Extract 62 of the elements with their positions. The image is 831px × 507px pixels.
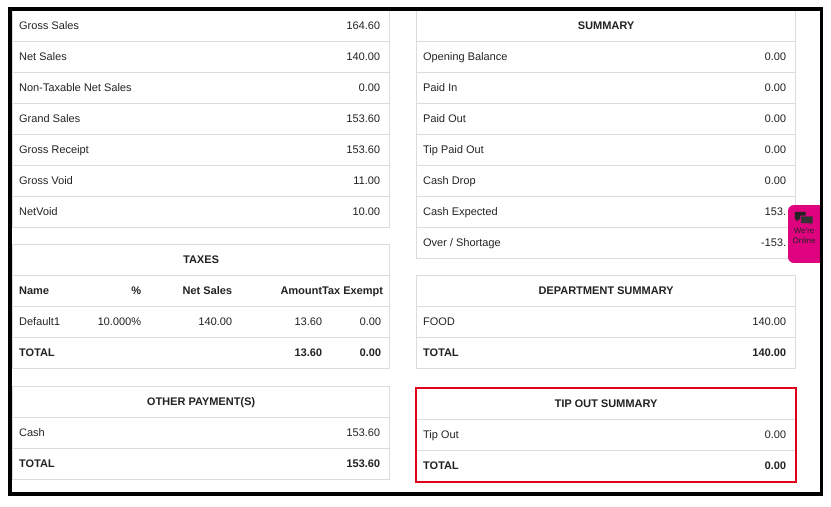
table-cell-text: 140.00	[197, 316, 232, 328]
row-value: 0.00	[358, 82, 380, 94]
row-value: 153.60	[346, 113, 380, 125]
total-cell-text: 13.60	[293, 347, 322, 359]
row-value: 153.	[764, 206, 786, 218]
row-label: Gross Void	[19, 175, 73, 187]
table-cell-text: 13.60	[293, 316, 322, 328]
row-label: Cash Expected	[423, 206, 498, 218]
row-label: Tip Out	[423, 429, 459, 441]
total-cell-text: TOTAL	[19, 347, 56, 359]
row-label: Grand Sales	[19, 113, 80, 125]
row-label: Paid In	[423, 82, 458, 94]
row-value: 0.00	[764, 175, 786, 187]
row-value: 153.60	[346, 458, 380, 470]
row-label: Over / Shortage	[423, 237, 501, 249]
row-value: -153.	[760, 237, 786, 249]
row-value: 153.60	[346, 427, 380, 439]
column-header: Net Sales	[181, 285, 232, 297]
row-label: FOOD	[423, 316, 455, 328]
row-value: 140.00	[752, 316, 786, 328]
table-cell-text: 10.000%	[96, 316, 141, 328]
row-value: 0.00	[764, 429, 786, 441]
row-label: Tip Paid Out	[423, 144, 484, 156]
row-label: Non-Taxable Net Sales	[19, 82, 132, 94]
card-title: OTHER PAYMENT(S)	[146, 395, 256, 410]
column-header: Tax Exempt	[322, 285, 383, 297]
row-value: 164.60	[346, 20, 380, 32]
column-header: %	[130, 285, 141, 297]
chat-bubbles-icon	[794, 211, 814, 226]
chat-label: Online	[792, 236, 816, 246]
row-label: Gross Receipt	[19, 144, 89, 156]
row-label: TOTAL	[423, 347, 459, 359]
row-value: 11.00	[353, 175, 380, 187]
row-value: 0.00	[764, 460, 786, 472]
row-value: 0.00	[764, 82, 786, 94]
chat-label: We're	[794, 226, 814, 236]
row-value: 0.00	[764, 51, 786, 63]
row-label: TOTAL	[19, 458, 55, 470]
row-value: 0.00	[764, 144, 786, 156]
row-label: Net Sales	[19, 51, 67, 63]
column-header: Amount	[279, 285, 322, 297]
card-title: DEPARTMENT SUMMARY	[537, 284, 675, 299]
card-title: TIP OUT SUMMARY	[554, 397, 658, 412]
card-title: SUMMARY	[576, 19, 636, 34]
total-cell-text: 0.00	[358, 347, 381, 359]
row-label: Cash	[19, 427, 45, 439]
column-header: Name	[19, 285, 50, 297]
row-label: Gross Sales	[19, 20, 79, 32]
card-title: TAXES	[182, 253, 220, 268]
chat-widget[interactable]: We're Online	[788, 205, 820, 263]
row-label: NetVoid	[19, 206, 58, 218]
row-label: Cash Drop	[423, 175, 476, 187]
row-value: 140.00	[752, 347, 786, 359]
table-cell-text: 0.00	[358, 316, 381, 328]
row-value: 0.00	[764, 113, 786, 125]
row-value: 140.00	[346, 51, 380, 63]
row-value: 153.60	[346, 144, 380, 156]
row-label: Opening Balance	[423, 51, 508, 63]
table-cell-text: Default1	[19, 316, 61, 328]
row-label: Paid Out	[423, 113, 466, 125]
row-label: TOTAL	[423, 460, 459, 472]
row-value: 10.00	[352, 206, 380, 218]
